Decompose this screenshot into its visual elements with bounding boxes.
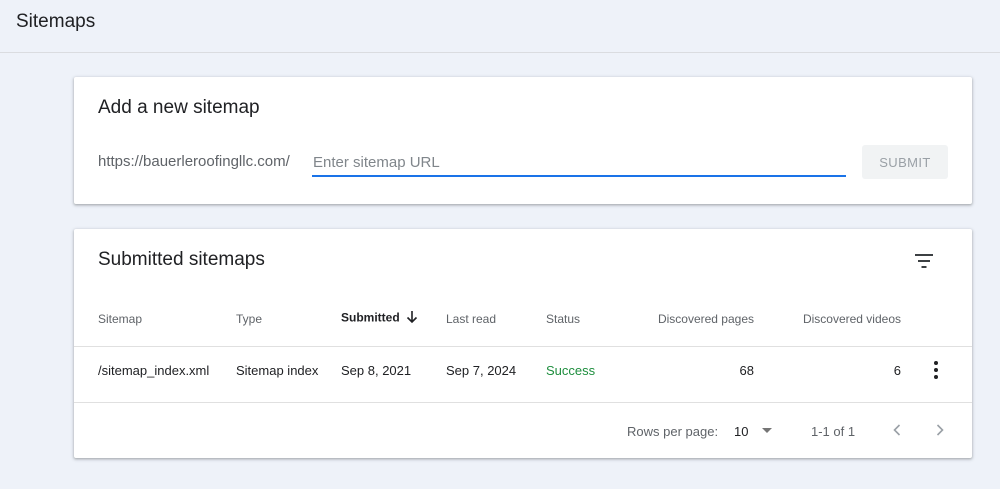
page-title: Sitemaps [16, 11, 96, 32]
row-last-read: Sep 7, 2024 [446, 363, 517, 378]
sitemap-url-input[interactable] [312, 149, 846, 177]
row-type: Sitemap index [236, 363, 319, 378]
column-header-last-read[interactable]: Last read [446, 312, 496, 326]
column-header-submitted[interactable]: Submitted [341, 310, 418, 327]
row-discovered-pages: 68 [739, 363, 754, 378]
header-divider [74, 346, 972, 347]
column-header-sitemap[interactable]: Sitemap [98, 312, 142, 326]
chevron-right-icon[interactable] [930, 419, 950, 441]
row-divider [74, 402, 972, 403]
submitted-sitemaps-card: Submitted sitemaps Sitemap Type Submitte… [74, 229, 972, 458]
column-header-type[interactable]: Type [236, 312, 262, 326]
column-header-discovered-videos[interactable]: Discovered videos [781, 312, 901, 326]
submitted-sitemaps-title: Submitted sitemaps [98, 249, 265, 270]
row-status: Success [546, 363, 596, 378]
row-discovered-videos: 6 [893, 363, 901, 378]
more-vert-icon[interactable] [926, 359, 946, 381]
chevron-left-icon[interactable] [887, 419, 907, 441]
submit-button[interactable]: SUBMIT [862, 145, 948, 179]
filter-icon[interactable] [912, 249, 936, 273]
rows-per-page-label: Rows per page: [627, 424, 719, 439]
row-submitted: Sep 8, 2021 [341, 363, 412, 378]
chevron-down-icon[interactable] [762, 428, 772, 433]
row-sitemap[interactable]: /sitemap_index.xml [98, 363, 209, 378]
add-sitemap-title: Add a new sitemap [98, 97, 260, 118]
column-header-submitted-label: Submitted [341, 310, 400, 325]
arrow-down-icon [406, 310, 418, 327]
pagination-range: 1-1 of 1 [811, 424, 856, 439]
add-sitemap-card: Add a new sitemap https://bauerleroofing… [74, 77, 972, 204]
rows-per-page-value[interactable]: 10 [734, 424, 748, 439]
column-header-status[interactable]: Status [546, 312, 580, 326]
column-header-discovered-pages[interactable]: Discovered pages [634, 312, 754, 326]
page-header: Sitemaps [0, 0, 1000, 53]
url-prefix: https://bauerleroofingllc.com/ [98, 153, 290, 170]
